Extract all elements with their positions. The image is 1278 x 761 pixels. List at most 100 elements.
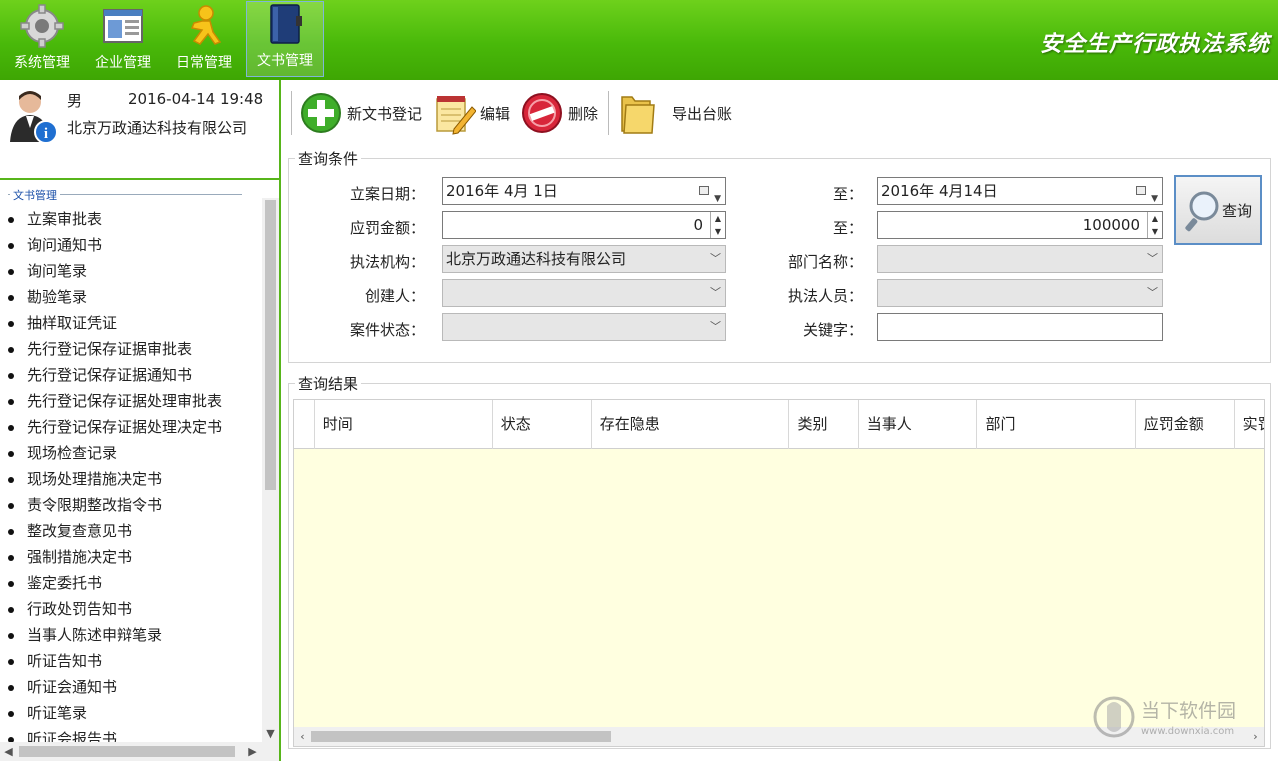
edit-button[interactable]: 编辑: [432, 88, 510, 138]
grid-header: 时间状态存在隐患类别当事人部门应罚金额实罚: [294, 400, 1264, 449]
user-company: 北京万政通达科技有限公司: [67, 119, 248, 137]
chevron-down-icon: ﹀: [710, 252, 721, 265]
tree-item[interactable]: 先行登记保存证据通知书: [0, 362, 260, 388]
column-header[interactable]: 当事人: [859, 400, 978, 449]
svg-text:i: i: [44, 126, 48, 142]
tree-title: 文书管理: [10, 187, 60, 203]
gear-icon: [20, 4, 64, 48]
chevron-down-icon: ﹀: [710, 320, 721, 333]
date-to-picker[interactable]: 2016年 4月14日 ▼: [877, 177, 1163, 205]
main-area: 新文书登记 编辑 删除 导出台账 查询条件 立案日期： 2016年 4月 1日 …: [283, 80, 1278, 761]
keyword-label: 关键字：: [802, 321, 863, 339]
tree-item[interactable]: 听证会报告书: [0, 726, 260, 742]
keyword-input[interactable]: [877, 313, 1163, 341]
agency-select[interactable]: 北京万政通达科技有限公司 ﹀: [442, 245, 726, 273]
tree-item[interactable]: 行政处罚告知书: [0, 596, 260, 622]
officer-label: 执法人员：: [787, 287, 863, 305]
search-button[interactable]: 查询: [1174, 175, 1262, 245]
scrollbar-thumb[interactable]: [19, 746, 235, 757]
date-from-picker[interactable]: 2016年 4月 1日 ▼: [442, 177, 726, 205]
nav-system-management[interactable]: 系统管理: [3, 0, 81, 78]
creator-select[interactable]: ﹀: [442, 279, 726, 307]
tree-item[interactable]: 鉴定委托书: [0, 570, 260, 596]
scroll-right-icon[interactable]: ▶: [244, 742, 261, 761]
date-from-value: 2016年 4月 1日: [446, 182, 558, 200]
amount-to-stepper[interactable]: 100000 ▲ ▼: [877, 211, 1163, 239]
chevron-down-icon[interactable]: ▼: [1151, 186, 1158, 212]
tree-item[interactable]: 先行登记保存证据审批表: [0, 336, 260, 362]
edit-label: 编辑: [480, 104, 511, 123]
user-gender: 男: [67, 92, 83, 110]
column-header[interactable]: 部门: [977, 400, 1136, 449]
tree-item[interactable]: 询问通知书: [0, 232, 260, 258]
tree-item[interactable]: 现场处理措施决定书: [0, 466, 260, 492]
column-header[interactable]: 类别: [789, 400, 859, 449]
column-header[interactable]: 应罚金额: [1136, 400, 1235, 449]
app-title: 安全生产行政执法系统: [1039, 32, 1270, 57]
tree-item[interactable]: 听证告知书: [0, 648, 260, 674]
calendar-icon[interactable]: [699, 186, 709, 195]
case-status-select[interactable]: ﹀: [442, 313, 726, 341]
tree-vertical-scrollbar[interactable]: ▼: [262, 198, 279, 742]
toolbar: 新文书登记 编辑 删除 导出台账: [283, 80, 1278, 146]
tree-item[interactable]: 勘验笔录: [0, 284, 260, 310]
calendar-icon[interactable]: [1136, 186, 1146, 195]
new-document-button[interactable]: 新文书登记: [299, 88, 422, 138]
scroll-left-icon[interactable]: ◀: [0, 742, 17, 761]
spin-arrows-icon[interactable]: ▲ ▼: [1147, 212, 1162, 238]
tree-item[interactable]: 询问笔录: [0, 258, 260, 284]
tree-item[interactable]: 强制措施决定书: [0, 544, 260, 570]
date-to-label: 至：: [832, 185, 863, 203]
tree-item[interactable]: 现场检查记录: [0, 440, 260, 466]
tree-horizontal-scrollbar[interactable]: ◀ ▶: [0, 742, 279, 761]
tree-item[interactable]: 立案审批表: [0, 206, 260, 232]
results-legend: 查询结果: [298, 375, 359, 393]
column-header[interactable]: 状态: [493, 400, 592, 449]
scrollbar-thumb[interactable]: [265, 200, 276, 490]
tree-item[interactable]: 责令限期整改指令书: [0, 492, 260, 518]
scroll-down-icon[interactable]: ▼: [262, 725, 279, 742]
tree-viewport: 文书管理 立案审批表 询问通知书 询问笔录 勘验笔录 抽样取证凭证 先行登记保存证据审批表…: [0, 182, 262, 742]
folder-icon: [621, 96, 655, 134]
spin-arrows-icon[interactable]: ▲ ▼: [710, 212, 725, 238]
tree-item[interactable]: 先行登记保存证据处理审批表: [0, 388, 260, 414]
nav-label: 企业管理: [95, 55, 151, 71]
tree-item[interactable]: 听证会通知书: [0, 674, 260, 700]
watermark-url: www.downxia.com: [1141, 726, 1235, 737]
officer-select[interactable]: ﹀: [877, 279, 1163, 307]
row-selector-header: [294, 400, 315, 449]
export-ledger-button[interactable]: 导出台账: [616, 88, 732, 138]
column-header[interactable]: 时间: [315, 400, 493, 449]
date-to-value: 2016年 4月14日: [881, 182, 998, 200]
dept-select[interactable]: ﹀: [877, 245, 1163, 273]
toolbar-separator: [608, 91, 611, 135]
watermark-logo-icon: [1093, 696, 1135, 738]
chevron-down-icon: ﹀: [710, 286, 721, 299]
new-document-label: 新文书登记: [347, 104, 423, 123]
delete-button[interactable]: 删除: [520, 88, 598, 138]
chevron-down-icon[interactable]: ▼: [714, 186, 721, 212]
nav-document-management[interactable]: 文书管理: [246, 1, 324, 77]
tree-item[interactable]: 整改复查意见书: [0, 518, 260, 544]
document-tree: 文书管理 立案审批表 询问通知书 询问笔录 勘验笔录 抽样取证凭证 先行登记保存证据审批表…: [0, 182, 279, 761]
tree-item[interactable]: 听证笔录: [0, 700, 260, 726]
nav-label: 系统管理: [14, 55, 70, 71]
amount-from-stepper[interactable]: 0 ▲ ▼: [442, 211, 726, 239]
tree-item[interactable]: 抽样取证凭证: [0, 310, 260, 336]
column-header[interactable]: 实罚: [1235, 400, 1264, 449]
amount-to-label: 至：: [832, 219, 863, 237]
runner-icon: [190, 5, 222, 45]
column-header[interactable]: 存在隐患: [592, 400, 790, 449]
agency-value: 北京万政通达科技有限公司: [446, 250, 627, 268]
scroll-left-icon[interactable]: ‹: [294, 727, 311, 746]
user-info-icon: i: [10, 91, 58, 144]
nav-daily-management[interactable]: 日常管理: [165, 0, 243, 78]
chevron-down-icon: ﹀: [1147, 286, 1158, 299]
user-datetime: 2016-04-14 19:48: [128, 90, 264, 108]
nav-enterprise-management[interactable]: 企业管理: [84, 0, 162, 78]
nav-label: 文书管理: [257, 53, 313, 69]
tree-item[interactable]: 先行登记保存证据处理决定书: [0, 414, 260, 440]
watermark: 当下软件园 www.downxia.com: [1093, 690, 1268, 750]
scrollbar-thumb[interactable]: [311, 731, 611, 742]
tree-item[interactable]: 当事人陈述申辩笔录: [0, 622, 260, 648]
